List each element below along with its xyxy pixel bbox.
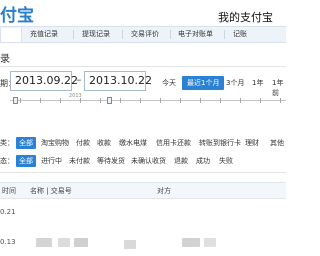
type-chip-payment[interactable]: 付款 xyxy=(76,138,90,148)
timeline-tick xyxy=(180,98,181,103)
divider xyxy=(0,172,286,173)
alipay-logo[interactable]: 付宝 xyxy=(0,1,34,26)
status-chip-all[interactable]: 全部 xyxy=(16,155,36,167)
redacted-trade-no xyxy=(124,240,136,249)
tab-separator xyxy=(73,30,74,39)
type-chip-all[interactable]: 全部 xyxy=(16,137,36,149)
timeline-tick xyxy=(80,98,81,103)
start-date-input[interactable]: 2013.09.22 xyxy=(10,71,78,91)
redacted-counterparty xyxy=(204,238,216,247)
status-chip-unconfirmed[interactable]: 未确认收货 xyxy=(131,156,166,166)
range-today-button[interactable]: 今天 xyxy=(162,78,176,88)
tab-separator xyxy=(224,30,225,39)
status-chip-unpaid[interactable]: 未付款 xyxy=(69,156,90,166)
timeline-tick xyxy=(100,98,101,103)
type-chip-credit-card[interactable]: 信用卡还款 xyxy=(156,138,191,148)
timeline-tick xyxy=(220,98,221,103)
tab-recharge-records[interactable]: 充值记录 xyxy=(30,28,58,42)
status-filter-label: 态： xyxy=(0,157,14,165)
table-row-date: 0.13 xyxy=(0,238,16,246)
end-date-input[interactable]: 2013.10.22 xyxy=(84,71,152,91)
page-title: 录 xyxy=(0,54,10,65)
status-chip-failed[interactable]: 失败 xyxy=(219,156,233,166)
redacted-name xyxy=(58,238,70,247)
status-chip-in-progress[interactable]: 进行中 xyxy=(41,156,62,166)
timeline-start-handle[interactable] xyxy=(13,97,18,104)
date-separator: – xyxy=(76,73,82,86)
range-3-months-button[interactable]: 3个月 xyxy=(226,78,244,88)
status-chip-success[interactable]: 成功 xyxy=(196,156,210,166)
timeline-tick xyxy=(60,98,61,103)
type-chip-utilities[interactable]: 缴水电煤 xyxy=(119,138,147,148)
timeline-end-handle[interactable] xyxy=(107,97,112,104)
range-last-month-button[interactable]: 最近1个月 xyxy=(182,76,225,90)
header: 付宝 我的支付宝 xyxy=(0,0,286,26)
column-header-name-trade-no: 名称 | 交易号 xyxy=(30,187,72,195)
timeline-tick xyxy=(240,98,241,103)
tab-withdraw-records[interactable]: 提现记录 xyxy=(82,28,110,42)
tab-e-statement[interactable]: 电子对账单 xyxy=(178,28,213,42)
type-chip-wealth[interactable]: 理财 xyxy=(245,138,259,148)
tab-separator xyxy=(122,30,123,39)
nav-tabs: 充值记录 提现记录 交易评价 电子对账单 记账 xyxy=(0,26,286,43)
timeline-tick xyxy=(40,98,41,103)
range-1-year-button[interactable]: 1年 xyxy=(252,78,263,88)
table-row-date: 0.21 xyxy=(0,208,16,216)
column-header-counterparty: 对方 xyxy=(157,187,171,195)
type-filter-label: 类： xyxy=(0,139,14,147)
timeline-tick xyxy=(140,98,141,103)
timeline-tick xyxy=(260,98,261,103)
timeline-tick xyxy=(160,98,161,103)
timeline-tick xyxy=(280,98,281,103)
timeline-tick xyxy=(120,98,121,103)
type-chip-receipt[interactable]: 收款 xyxy=(97,138,111,148)
status-chip-refund[interactable]: 退款 xyxy=(174,156,188,166)
type-chip-bank-transfer[interactable]: 转账到银行卡 xyxy=(199,138,241,148)
status-chip-awaiting-shipment[interactable]: 等待发货 xyxy=(97,156,125,166)
my-alipay-link[interactable]: 我的支付宝 xyxy=(218,9,273,25)
redacted-name xyxy=(36,238,52,247)
divider xyxy=(0,66,286,67)
tab-transaction-reviews[interactable]: 交易评价 xyxy=(131,28,159,42)
timeline-track[interactable] xyxy=(10,100,286,101)
tab-transactions[interactable] xyxy=(0,28,22,42)
type-chip-other[interactable]: 其他 xyxy=(270,138,284,148)
redacted-counterparty xyxy=(182,238,200,247)
timeline-tick xyxy=(200,98,201,103)
range-before-1-year-button[interactable]: 1年前 xyxy=(272,78,286,98)
type-chip-taobao[interactable]: 淘宝购物 xyxy=(41,138,69,148)
timeline-tick xyxy=(20,98,21,103)
redacted-name xyxy=(74,238,88,247)
column-header-time: 时间 xyxy=(2,187,16,195)
tab-bookkeeping[interactable]: 记账 xyxy=(233,28,247,42)
tab-separator xyxy=(170,30,171,39)
